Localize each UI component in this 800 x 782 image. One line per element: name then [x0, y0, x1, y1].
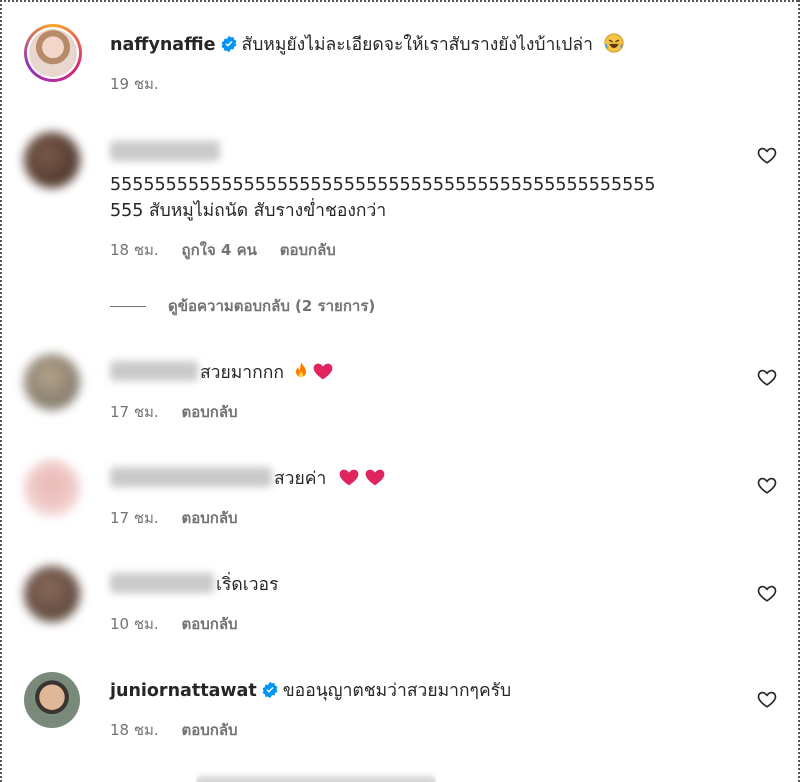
- comment-item: 5555555555555555555555555555555555555555…: [24, 132, 784, 272]
- comment-time: 17 ชม.: [110, 403, 159, 421]
- comment-text: ขออนุญาตชมว่าสวยมากๆครับ: [282, 681, 512, 701]
- comment-time: 10 ชม.: [110, 615, 159, 633]
- verified-badge-icon: [262, 681, 278, 699]
- like-heart-icon[interactable]: [756, 582, 778, 604]
- comment-username-blurred[interactable]: [110, 467, 272, 487]
- reply-button[interactable]: ตอบกลับ: [181, 721, 237, 739]
- avatar[interactable]: [24, 132, 80, 188]
- like-heart-icon[interactable]: [756, 688, 778, 710]
- comment-text: 5555555555555555555555555555555555555555…: [110, 175, 656, 195]
- comment-time: 19 ชม.: [110, 75, 159, 93]
- red-heart-emoji-icon: [313, 363, 332, 380]
- comment-username-blurred[interactable]: [110, 573, 214, 593]
- avatar[interactable]: [24, 24, 82, 82]
- comment-username[interactable]: naffynaffie: [110, 35, 216, 55]
- reply-button[interactable]: ตอบกลับ: [181, 403, 237, 421]
- comment-username[interactable]: juniornattawat: [110, 681, 257, 701]
- like-heart-icon[interactable]: [756, 474, 778, 496]
- comment-likes[interactable]: ถูกใจ 4 คน: [181, 241, 256, 259]
- red-heart-emoji-icon: [365, 469, 385, 486]
- verified-badge-icon: [221, 35, 236, 53]
- comment-time: 18 ชม.: [110, 721, 159, 739]
- comment-text: สวยมากกก: [200, 363, 284, 383]
- avatar[interactable]: [24, 672, 80, 728]
- comment-text-continued: 555 สับหมูไม่ถนัด สับรางข่ำชองกว่า: [110, 201, 387, 221]
- fire-emoji-icon: [295, 361, 306, 378]
- view-replies-label: ดูข้อความตอบกลับ (2 รายการ): [168, 297, 376, 315]
- comment-text: สวยค่า: [274, 469, 327, 489]
- red-heart-emoji-icon: [339, 469, 359, 486]
- comment-item: เริ่ดเวอร 10 ชม. ตอบกลับ: [24, 566, 784, 646]
- comment-text: สับหมูยังไม่ละเอียดจะให้เราสับรางยังไงบ้…: [241, 35, 593, 55]
- view-replies-divider: [110, 306, 146, 307]
- comment-time: 17 ชม.: [110, 509, 159, 527]
- comment-item: สวยค่า 17 ชม. ตอบกลับ: [24, 460, 784, 540]
- partial-next-comment-blur: [196, 776, 436, 782]
- comment-item: juniornattawat ขออนุญาตชมว่าสวยมากๆครับ 1…: [24, 672, 784, 752]
- avatar[interactable]: [24, 566, 80, 622]
- avatar[interactable]: [24, 460, 80, 516]
- frame-top-border: [0, 0, 800, 2]
- comment-time: 18 ชม.: [110, 241, 159, 259]
- like-heart-icon[interactable]: [756, 144, 778, 166]
- comment-username-blurred[interactable]: [110, 361, 198, 381]
- comment-caption: naffynaffie สับหมูยังไม่ละเอียดจะให้เราสั…: [24, 24, 784, 104]
- partial-next-comment: [196, 770, 436, 782]
- view-replies-button[interactable]: ดูข้อความตอบกลับ (2 รายการ): [110, 294, 375, 318]
- comment-item: สวยมากกก 17 ชม. ตอบกลับ: [24, 354, 784, 434]
- comment-text: เริ่ดเวอร: [216, 575, 279, 595]
- comment-username-blurred[interactable]: [110, 141, 220, 161]
- like-heart-icon[interactable]: [756, 366, 778, 388]
- reply-button[interactable]: ตอบกลับ: [181, 509, 237, 527]
- reply-button[interactable]: ตอบกลับ: [181, 615, 237, 633]
- avatar[interactable]: [24, 354, 80, 410]
- rofl-emoji-icon: [604, 33, 624, 53]
- frame-left-border: [0, 0, 2, 782]
- reply-button[interactable]: ตอบกลับ: [280, 241, 336, 259]
